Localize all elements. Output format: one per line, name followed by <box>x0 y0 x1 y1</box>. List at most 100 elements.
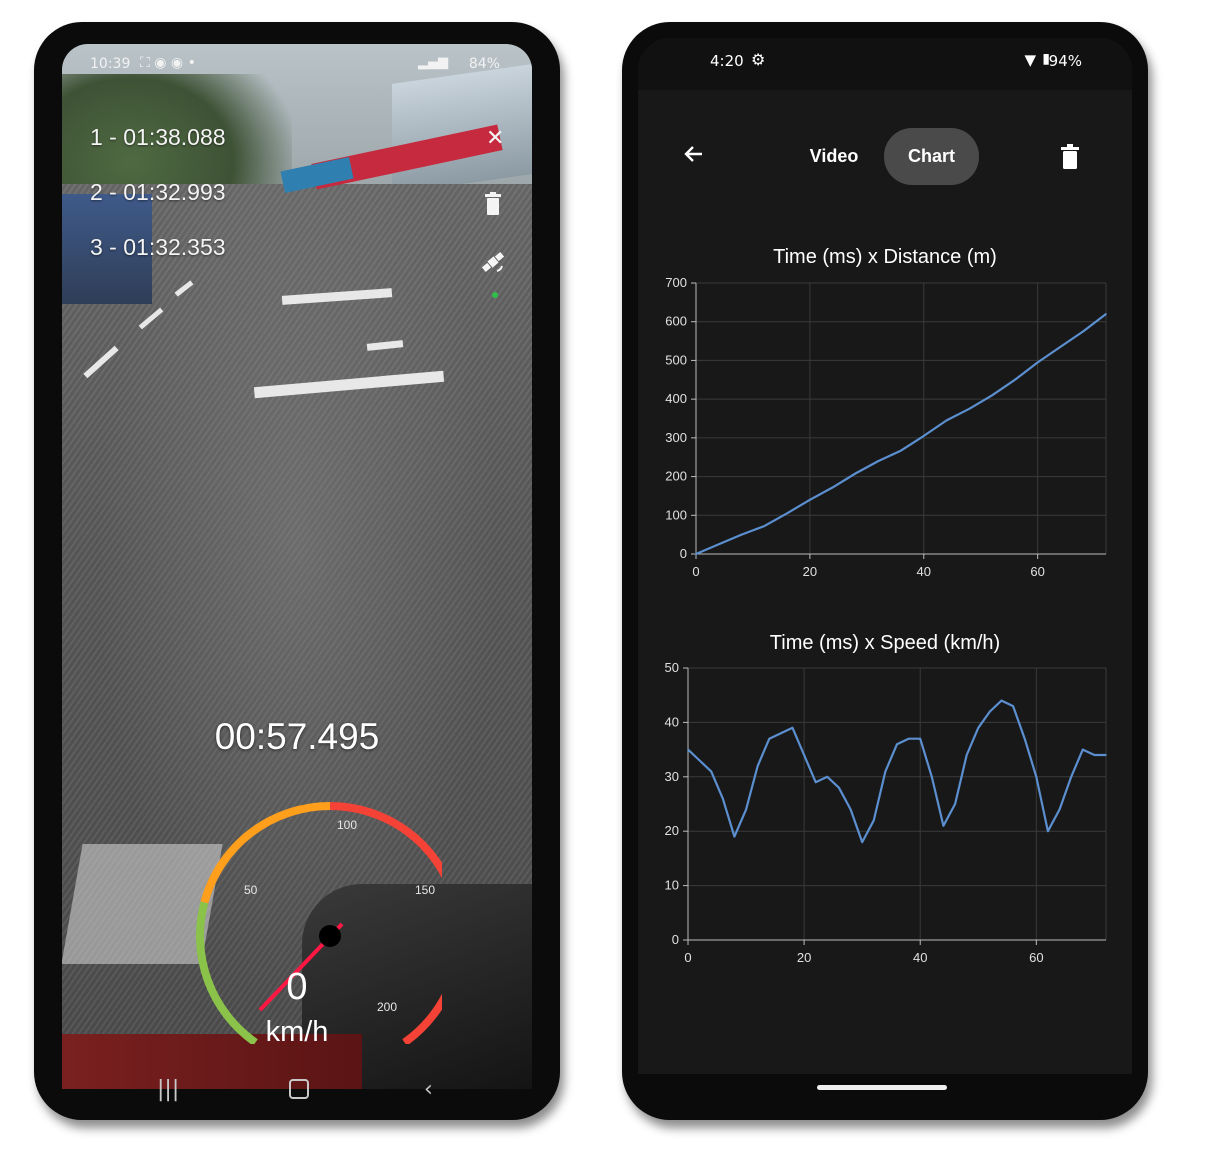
y-tick-label: 20 <box>665 823 679 838</box>
status-time: 10:39 <box>90 56 131 72</box>
data-point <box>791 727 794 729</box>
data-point <box>756 765 759 767</box>
notification-icons: ⛶ ◉ ◉ • <box>140 55 196 71</box>
data-point <box>1059 346 1062 348</box>
gauge-tick-label: 50 <box>244 883 258 897</box>
data-point <box>1081 748 1084 751</box>
data-point <box>919 737 922 740</box>
data-point <box>831 486 834 489</box>
data-point <box>900 449 902 452</box>
data-point <box>1105 313 1107 315</box>
y-tick-label: 0 <box>672 932 679 947</box>
data-point <box>1000 699 1003 702</box>
data-point <box>884 770 887 773</box>
close-icon[interactable]: ✕ <box>486 126 504 151</box>
x-tick-label: 40 <box>913 950 927 965</box>
x-tick-label: 20 <box>803 564 817 579</box>
settings-status-icon: ⚙ <box>751 50 766 69</box>
system-nav-bar: ||| ‹ <box>62 1069 532 1117</box>
data-point <box>710 770 713 773</box>
trash-icon[interactable] <box>484 192 502 222</box>
lap-time: 3 - 01:32.353 <box>90 234 226 260</box>
data-point <box>740 533 743 536</box>
data-point <box>945 419 948 422</box>
chart-screen: 4:20 ⚙ ▼ ▮ 94% Video Chart Time (ms) x D… <box>638 38 1132 1074</box>
y-tick-label: 400 <box>665 391 687 406</box>
data-point <box>872 819 875 822</box>
recent-apps-icon[interactable]: ||| <box>157 1077 179 1102</box>
data-point <box>1036 361 1039 364</box>
back-icon[interactable]: ‹ <box>424 1077 433 1102</box>
tab-video[interactable]: Video <box>798 128 870 185</box>
gauge-arc-mid <box>200 802 331 904</box>
y-tick-label: 10 <box>665 878 679 893</box>
data-point <box>698 759 701 762</box>
y-tick-label: 30 <box>665 769 679 784</box>
data-point <box>722 797 724 800</box>
x-tick-label: 40 <box>917 564 931 579</box>
tab-chart[interactable]: Chart <box>884 128 979 185</box>
data-point <box>1105 754 1107 756</box>
data-point <box>780 732 782 735</box>
chart-title-speed: Time (ms) x Speed (km/h) <box>769 632 1001 654</box>
lap-time: 1 - 01:38.088 <box>90 124 226 150</box>
distance-chart: 0 100 200 300 400 500 600 700 0 20 40 60 <box>665 276 1107 579</box>
data-point <box>1035 776 1038 778</box>
y-tick-label: 0 <box>680 546 687 561</box>
data-point <box>826 776 829 778</box>
wifi-icon: ▼ <box>1024 51 1036 69</box>
y-tick-label: 100 <box>665 507 687 522</box>
chart-title-distance: Time (ms) x Distance (m) <box>773 246 997 268</box>
x-tick-label: 60 <box>1030 564 1044 579</box>
gesture-home-pill[interactable] <box>817 1085 947 1090</box>
x-tick-label: 20 <box>797 950 811 965</box>
x-tick-label: 0 <box>684 950 691 965</box>
speed-chart: 0 10 20 30 40 50 0 20 40 60 <box>665 660 1107 965</box>
phone-left: 10:39 ⛶ ◉ ◉ • ▂▄▆ 84% 1 - 01:38.088 2 - … <box>34 22 560 1120</box>
data-point <box>861 841 863 843</box>
gps-status-dot <box>492 292 498 298</box>
data-point <box>942 824 945 827</box>
speed-value: 0 <box>286 966 308 1008</box>
data-point <box>989 710 991 713</box>
phone-right: 4:20 ⚙ ▼ ▮ 94% Video Chart Time (ms) x D… <box>622 22 1148 1120</box>
data-point <box>717 543 720 546</box>
y-tick-label: 700 <box>665 276 687 290</box>
status-battery: 84% <box>468 56 500 72</box>
data-point <box>849 808 852 811</box>
data-point <box>1023 737 1026 740</box>
data-point <box>965 754 968 756</box>
speed-unit: km/h <box>265 1016 329 1048</box>
data-point <box>1093 754 1096 756</box>
y-tick-label: 40 <box>665 714 679 729</box>
data-point <box>809 499 811 501</box>
x-tick-label: 60 <box>1029 950 1043 965</box>
status-battery: 94% <box>1048 52 1082 70</box>
status-bar: 10:39 ⛶ ◉ ◉ • ▂▄▆ 84% <box>62 52 532 74</box>
data-point <box>745 808 747 811</box>
data-point <box>786 512 788 515</box>
data-point <box>922 435 925 437</box>
data-point <box>687 748 689 751</box>
data-point <box>803 754 805 756</box>
data-point <box>1070 776 1072 778</box>
data-point <box>954 803 956 805</box>
data-point <box>695 553 697 555</box>
data-point <box>838 786 840 789</box>
back-arrow-icon[interactable] <box>682 142 706 170</box>
data-point <box>763 525 766 527</box>
delete-icon[interactable] <box>1060 144 1080 174</box>
x-tick-label: 0 <box>692 564 699 579</box>
data-point <box>733 835 736 838</box>
camera-building <box>392 64 532 194</box>
gauge-hub <box>319 925 341 947</box>
camera-view: 10:39 ⛶ ◉ ◉ • ▂▄▆ 84% 1 - 01:38.088 2 - … <box>62 44 532 1089</box>
data-point <box>1058 808 1061 811</box>
data-point <box>877 460 880 462</box>
y-tick-label: 600 <box>665 314 687 329</box>
home-icon[interactable] <box>289 1079 309 1099</box>
data-point <box>991 394 993 397</box>
status-time: 4:20 <box>710 52 744 70</box>
data-point <box>968 408 971 410</box>
satellite-icon[interactable] <box>480 249 506 281</box>
